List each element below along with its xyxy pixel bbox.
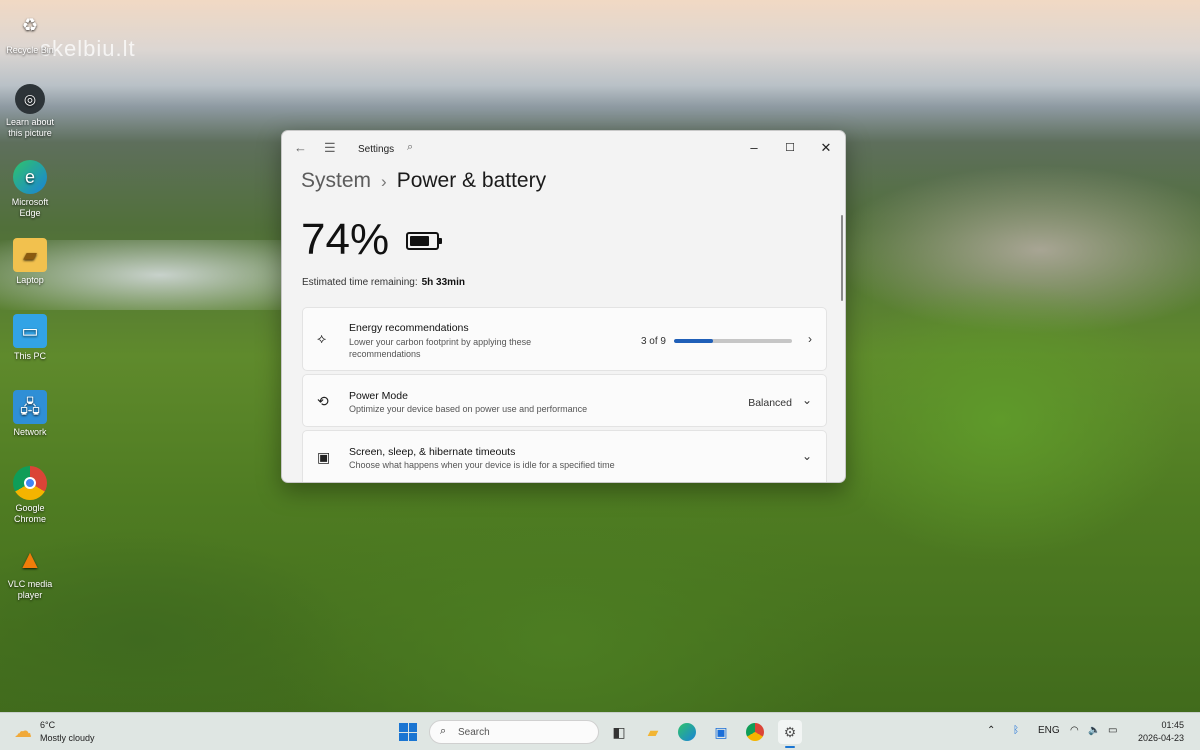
clock-date: 2026-04-23 <box>1137 733 1184 743</box>
screen-sleep-icon: ▣ <box>317 449 331 465</box>
partly-cloudy-icon: ☁ <box>14 721 32 741</box>
window-title: Settings <box>358 144 395 155</box>
vlc-icon: ▲ <box>17 543 43 574</box>
taskbar-search-box[interactable]: ⌕ Search <box>429 720 599 744</box>
desktop-icon-google-chrome[interactable]: Google Chrome <box>4 466 56 525</box>
desktop-icon-laptop[interactable]: ▰ Laptop <box>4 238 56 286</box>
desktop-icon-recycle-bin[interactable]: ♻ Recycle Bin <box>4 8 56 56</box>
card-description: Choose what happens when your device is … <box>349 460 615 470</box>
chevron-up-icon[interactable]: ⌃ <box>987 725 995 736</box>
settings-taskbar-icon[interactable]: ⚙ <box>778 720 802 748</box>
language-indicator[interactable]: ENG <box>1038 725 1060 736</box>
clock-time: 01:45 <box>1161 720 1184 730</box>
folder-icon: ▰ <box>13 238 47 272</box>
desktop-icon-label: Recycle Bin <box>6 45 54 55</box>
card-description: Optimize your device based on power use … <box>349 404 588 414</box>
hamburger-menu-icon[interactable]: ☰ <box>324 140 336 156</box>
card-title: Power Mode <box>349 390 408 402</box>
minimize-button[interactable]: – <box>737 137 771 159</box>
maximize-button[interactable]: ☐ <box>773 137 807 159</box>
volume-icon[interactable]: 🔈 <box>1088 725 1100 736</box>
start-button[interactable] <box>399 723 417 741</box>
chevron-right-icon: › <box>808 332 812 346</box>
search-icon[interactable]: ⌕ <box>407 141 413 154</box>
time-remaining-value: 5h 33min <box>421 277 465 288</box>
chevron-down-icon[interactable]: ⌄ <box>802 393 812 407</box>
desktop-icon-this-pc[interactable]: ▭ This PC <box>4 314 56 362</box>
card-title: Screen, sleep, & hibernate timeouts <box>349 446 516 458</box>
battery-icon <box>406 232 442 250</box>
desktop-icon-learn-about-picture[interactable]: ◎ Learn about this picture <box>4 84 56 139</box>
desktop-icon-network[interactable]: 🖧 Network <box>4 390 56 438</box>
power-mode-dropdown[interactable]: Balanced <box>748 397 792 409</box>
monitor-icon: ▭ <box>13 314 47 348</box>
chrome-taskbar-icon[interactable] <box>743 720 767 744</box>
recommendations-progress-bar <box>674 339 792 343</box>
scrollbar[interactable] <box>841 215 843 301</box>
desktop-icon-label: Laptop <box>16 275 44 285</box>
close-button[interactable]: ✕ <box>809 137 843 159</box>
progress-fill <box>674 339 714 343</box>
task-view-icon[interactable]: ◧ <box>607 720 631 744</box>
edge-icon: e <box>13 160 47 194</box>
taskbar: ☁ 6°C Mostly cloudy ⌕ Search ◧ ▰ ▣ ⚙ ⌃ ᛒ… <box>0 712 1200 750</box>
desktop-icon-microsoft-edge[interactable]: e Microsoft Edge <box>4 160 56 219</box>
desktop-icon-label: Network <box>13 427 47 437</box>
screen-sleep-timeouts-card[interactable]: ▣ Screen, sleep, & hibernate timeouts Ch… <box>302 430 827 482</box>
energy-recommendations-card[interactable]: ⟡ Energy recommendations Lower your carb… <box>302 307 827 371</box>
breadcrumb: System › Power & battery <box>301 169 546 193</box>
search-icon: ⌕ <box>440 725 447 737</box>
desktop-icon-vlc[interactable]: ▲ VLC media player <box>4 542 56 601</box>
power-mode-card[interactable]: ⟲ Power Mode Optimize your device based … <box>302 374 827 427</box>
chrome-icon <box>13 466 47 500</box>
desktop-icon-label: Microsoft Edge <box>11 197 49 218</box>
page-title: Power & battery <box>396 169 547 192</box>
back-arrow-icon[interactable]: ← <box>294 140 307 155</box>
search-placeholder: Search <box>458 727 490 738</box>
breadcrumb-system-link[interactable]: System <box>301 169 371 192</box>
title-bar[interactable]: ← ☰ Settings ⌕ – ☐ ✕ <box>282 131 845 167</box>
file-explorer-icon[interactable]: ▰ <box>641 720 665 744</box>
microsoft-store-icon[interactable]: ▣ <box>709 720 733 744</box>
bluetooth-icon[interactable]: ᛒ <box>1013 725 1019 736</box>
recycle-bin-icon: ♻ <box>21 14 39 35</box>
battery-fill <box>410 236 429 246</box>
card-title: Energy recommendations <box>349 322 469 334</box>
recommendations-count: 3 of 9 <box>640 336 666 347</box>
settings-window: ← ☰ Settings ⌕ – ☐ ✕ System › Power & batt… <box>281 130 846 483</box>
card-description: Lower your carbon footprint by applying … <box>349 337 532 359</box>
desktop-icon-label: Learn about this picture <box>5 117 55 138</box>
leaf-icon: ⟡ <box>317 330 327 346</box>
breadcrumb-separator: › <box>381 172 387 191</box>
time-remaining: Estimated time remaining: 5h 33min <box>302 277 465 288</box>
wifi-icon[interactable]: ◠ <box>1070 725 1079 736</box>
desktop-icon-label: This PC <box>13 351 46 361</box>
weather-condition: Mostly cloudy <box>40 733 95 743</box>
power-mode-icon: ⟲ <box>317 393 329 409</box>
edge-taskbar-icon[interactable] <box>675 720 699 744</box>
battery-percentage: 74% <box>301 215 390 264</box>
time-remaining-label: Estimated time remaining: <box>302 277 418 288</box>
network-icon: 🖧 <box>13 390 47 424</box>
system-clock[interactable]: 01:45 2026-04-23 <box>1138 719 1184 745</box>
chevron-down-icon[interactable]: ⌄ <box>802 449 812 463</box>
desktop-icon-label: Google Chrome <box>13 503 46 524</box>
desktop-icon-label: VLC media player <box>7 579 53 600</box>
weather-temperature: 6°C <box>40 720 56 730</box>
battery-tray-icon[interactable]: ▭ <box>1108 725 1117 736</box>
camera-icon: ◎ <box>15 84 45 114</box>
